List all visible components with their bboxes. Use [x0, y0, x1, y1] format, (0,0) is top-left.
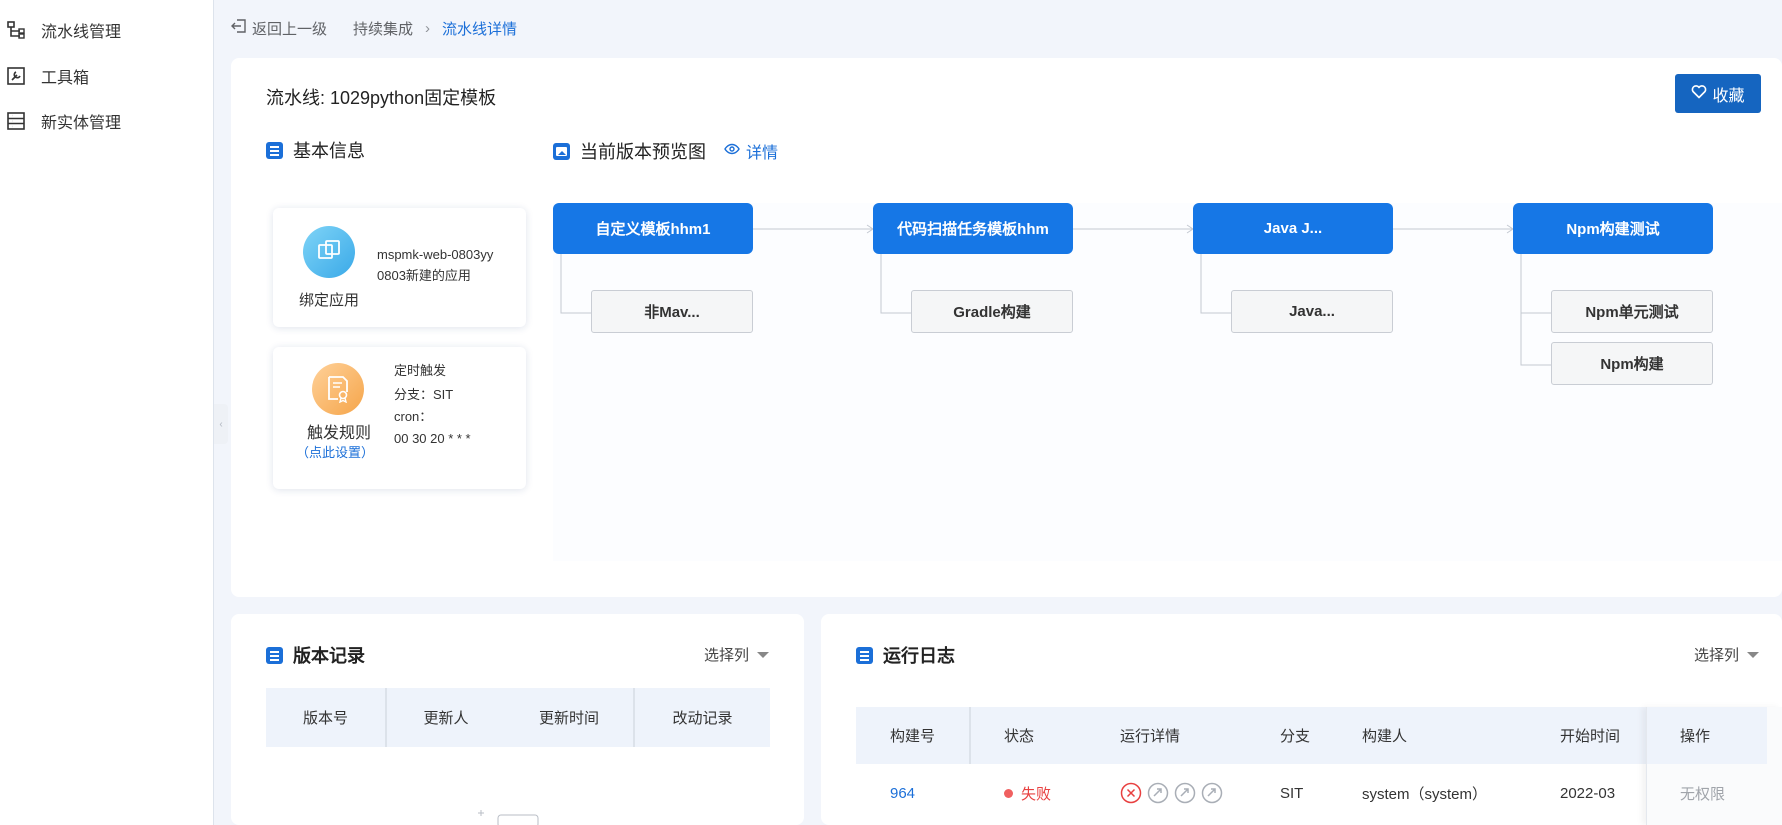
- breadcrumb: 返回上一级 持续集成 › 流水线详情: [231, 16, 517, 40]
- build-number-link[interactable]: 964: [856, 785, 971, 802]
- status-cell: 失败: [971, 783, 1088, 804]
- task-stage2-1[interactable]: Gradle构建: [911, 290, 1073, 333]
- column-select-label: 选择列: [704, 647, 750, 664]
- column-header[interactable]: 操作: [1647, 707, 1767, 764]
- column-header[interactable]: 改动记录: [635, 688, 770, 747]
- basic-info-heading: 基本信息: [266, 137, 365, 163]
- run-logs-card: 运行日志 选择列 构建号 状态 运行详情 分支 构建人 开始时间 964 失败 …: [821, 614, 1782, 825]
- column-header[interactable]: 更新人: [387, 688, 505, 747]
- trigger-cron-value: 00 30 20 * * *: [394, 431, 471, 446]
- certificate-icon: [312, 363, 364, 415]
- skipped-step-icon[interactable]: [1147, 782, 1169, 804]
- branch-cell: SIT: [1280, 784, 1304, 802]
- builder-cell: system（system）: [1362, 785, 1488, 803]
- sidebar-item-toolbox[interactable]: 工具箱: [5, 61, 89, 91]
- document-icon: [266, 646, 283, 664]
- status-dot-icon: [1004, 788, 1013, 798]
- app-code: mspmk-web-0803yy: [377, 247, 494, 262]
- column-header[interactable]: 分支: [1262, 707, 1362, 764]
- section-title: 基本信息: [293, 141, 365, 161]
- table-row[interactable]: 964 失败 SIT system（system） 2022-03: [856, 767, 1766, 819]
- detail-link-label: 详情: [746, 145, 779, 162]
- back-label: 返回上一级: [252, 20, 328, 38]
- column-select-label: 选择列: [1694, 647, 1740, 664]
- failed-step-icon[interactable]: [1120, 782, 1142, 804]
- empty-state-icon: [478, 810, 539, 825]
- status-badge: 失败: [1004, 783, 1088, 804]
- task-stage4-2[interactable]: Npm构建: [1551, 342, 1713, 385]
- chevron-left-icon: ‹: [219, 418, 223, 430]
- caret-down-icon: [757, 651, 770, 658]
- skipped-step-icon[interactable]: [1174, 782, 1196, 804]
- preview-detail-link[interactable]: 详情: [724, 139, 778, 163]
- version-records-card: 版本记录 选择列 版本号 更新人 更新时间 改动记录: [231, 614, 804, 825]
- breadcrumb-parent[interactable]: 持续集成: [353, 18, 413, 39]
- run-logs-heading: 运行日志: [856, 642, 955, 668]
- trigger-rule-box: 触发规则 （点此设置） 定时触发 分支：SIT cron： 00 30 20 *…: [273, 347, 526, 489]
- version-records-heading: 版本记录: [266, 642, 365, 668]
- favorite-label: 收藏: [1712, 87, 1745, 105]
- stage-3[interactable]: Java J...: [1193, 203, 1393, 254]
- section-title: 当前版本预览图: [580, 142, 706, 162]
- column-header[interactable]: 构建号: [856, 707, 971, 764]
- stage-2[interactable]: 代码扫描任务模板hhm: [873, 203, 1073, 254]
- app-description: 0803新建的应用: [377, 268, 471, 283]
- version-column-select[interactable]: 选择列: [704, 644, 770, 665]
- sidebar: 流水线管理 工具箱 新实体管理: [0, 0, 214, 825]
- sidebar-item-label: 工具箱: [41, 70, 90, 87]
- image-icon: [553, 142, 570, 160]
- skipped-step-icon[interactable]: [1201, 782, 1223, 804]
- stage-4[interactable]: Npm构建测试: [1513, 203, 1713, 254]
- column-header[interactable]: 版本号: [266, 688, 387, 747]
- back-arrow-icon: [231, 18, 247, 38]
- set-trigger-link[interactable]: （点此设置）: [296, 442, 374, 461]
- task-stage4-1[interactable]: Npm单元测试: [1551, 290, 1713, 333]
- pipeline-preview-diagram: 自定义模板hhm1 代码扫描任务模板hhm Java J... Npm构建测试 …: [553, 203, 1782, 623]
- stage-1[interactable]: 自定义模板hhm1: [553, 203, 753, 254]
- column-header[interactable]: 更新时间: [505, 688, 635, 747]
- page-title: 流水线: 1029python固定模板: [266, 88, 497, 108]
- trigger-type: 定时触发: [394, 363, 447, 378]
- app-icon: [303, 226, 355, 278]
- log-table-header: 构建号 状态 运行详情 分支 构建人 开始时间: [856, 707, 1766, 764]
- heart-icon: [1691, 84, 1707, 104]
- eye-icon: [724, 142, 740, 160]
- chevron-right-icon: ›: [425, 19, 431, 37]
- run-detail-cell: [1088, 782, 1262, 804]
- back-button[interactable]: 返回上一级: [231, 18, 327, 39]
- trigger-rule-label: 触发规则: [307, 425, 372, 442]
- trigger-cron-label: cron：: [394, 409, 433, 424]
- column-header[interactable]: 构建人: [1362, 707, 1560, 764]
- document-icon: [266, 141, 283, 159]
- pipeline-icon: [5, 19, 27, 41]
- toolbox-icon: [5, 65, 27, 87]
- breadcrumb-current[interactable]: 流水线详情: [442, 18, 517, 39]
- status-text: 失败: [1021, 785, 1052, 803]
- preview-heading: 当前版本预览图 详情: [553, 138, 778, 164]
- document-icon: [856, 646, 873, 664]
- no-permission-text: 无权限: [1680, 786, 1726, 803]
- log-column-select[interactable]: 选择列: [1694, 644, 1760, 665]
- column-header[interactable]: 状态: [971, 707, 1088, 764]
- sidebar-item-label: 流水线管理: [41, 24, 122, 41]
- column-header[interactable]: 运行详情: [1088, 707, 1262, 764]
- action-column: 操作 无权限: [1646, 707, 1782, 825]
- task-stage1-1[interactable]: 非Mav...: [591, 290, 753, 333]
- caret-down-icon: [1747, 651, 1760, 658]
- start-time-cell: 2022-03: [1560, 784, 1616, 802]
- sidebar-collapse-handle[interactable]: ‹: [214, 404, 228, 444]
- bind-app-box: 绑定应用 mspmk-web-0803yy 0803新建的应用: [273, 208, 526, 327]
- sidebar-item-label: 新实体管理: [41, 115, 122, 132]
- version-table-header: 版本号 更新人 更新时间 改动记录: [266, 688, 770, 747]
- bind-app-label: 绑定应用: [299, 292, 360, 309]
- favorite-button[interactable]: 收藏: [1675, 74, 1761, 113]
- section-title: 版本记录: [293, 646, 365, 666]
- task-stage3-1[interactable]: Java...: [1231, 290, 1393, 333]
- pipeline-detail-card: 流水线: 1029python固定模板 收藏 基本信息 绑定应用 mspmk-w…: [231, 58, 1782, 597]
- trigger-branch: 分支：SIT: [394, 387, 454, 402]
- entity-list-icon: [5, 110, 27, 132]
- sidebar-item-entity-management[interactable]: 新实体管理: [5, 106, 121, 136]
- sidebar-item-pipeline-management[interactable]: 流水线管理: [5, 15, 121, 45]
- section-title: 运行日志: [883, 646, 955, 666]
